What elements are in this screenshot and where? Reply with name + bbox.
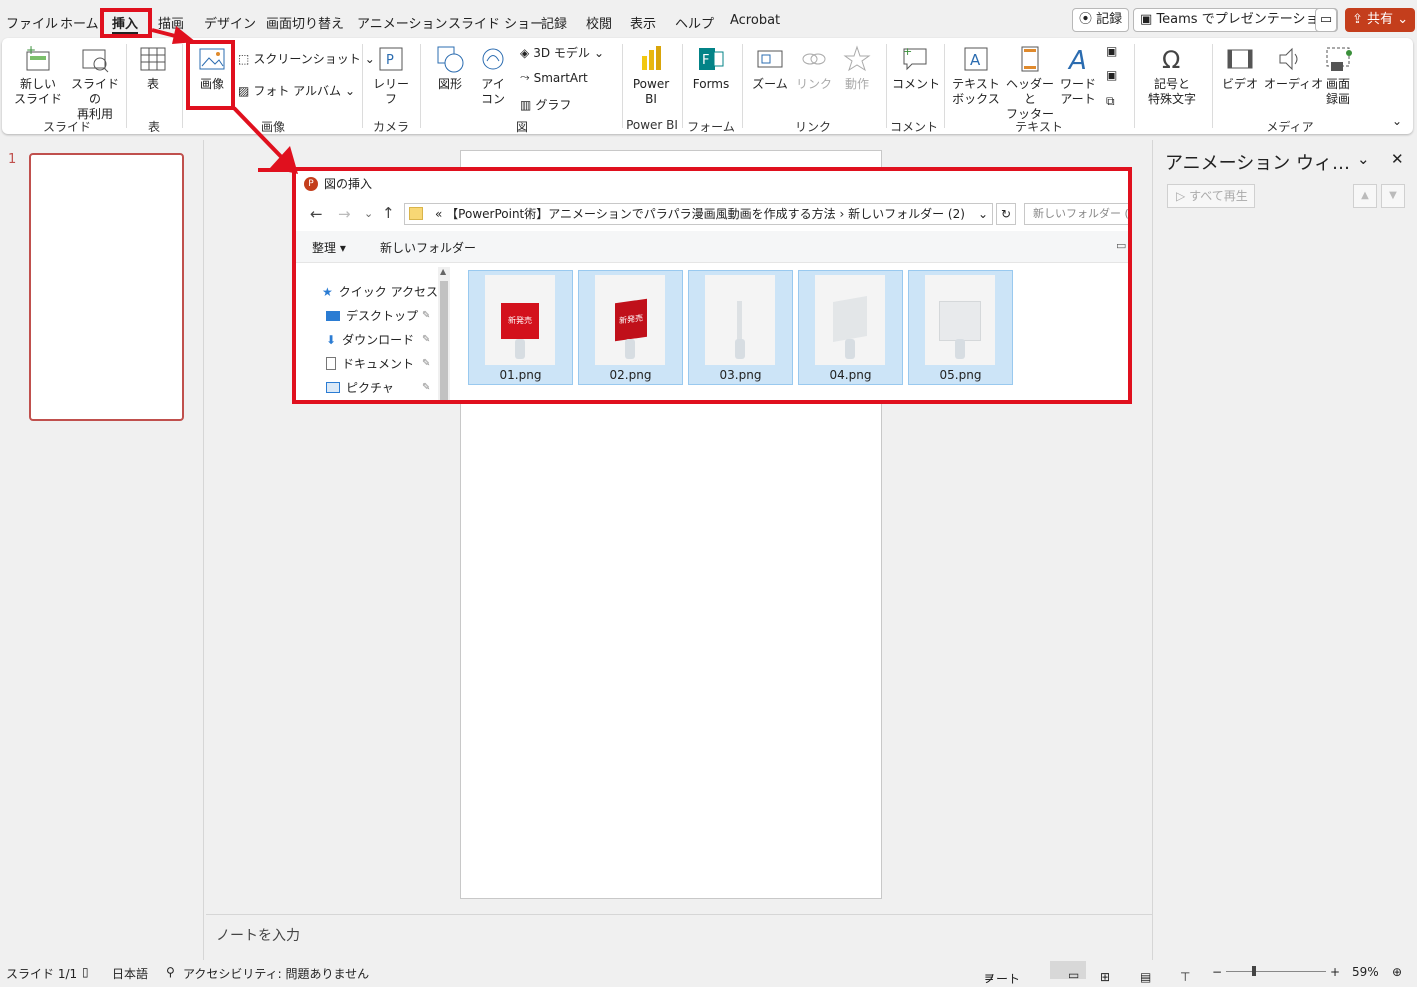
- annotation-arrows: [151, 26, 298, 174]
- arrow-head-1: [172, 26, 196, 44]
